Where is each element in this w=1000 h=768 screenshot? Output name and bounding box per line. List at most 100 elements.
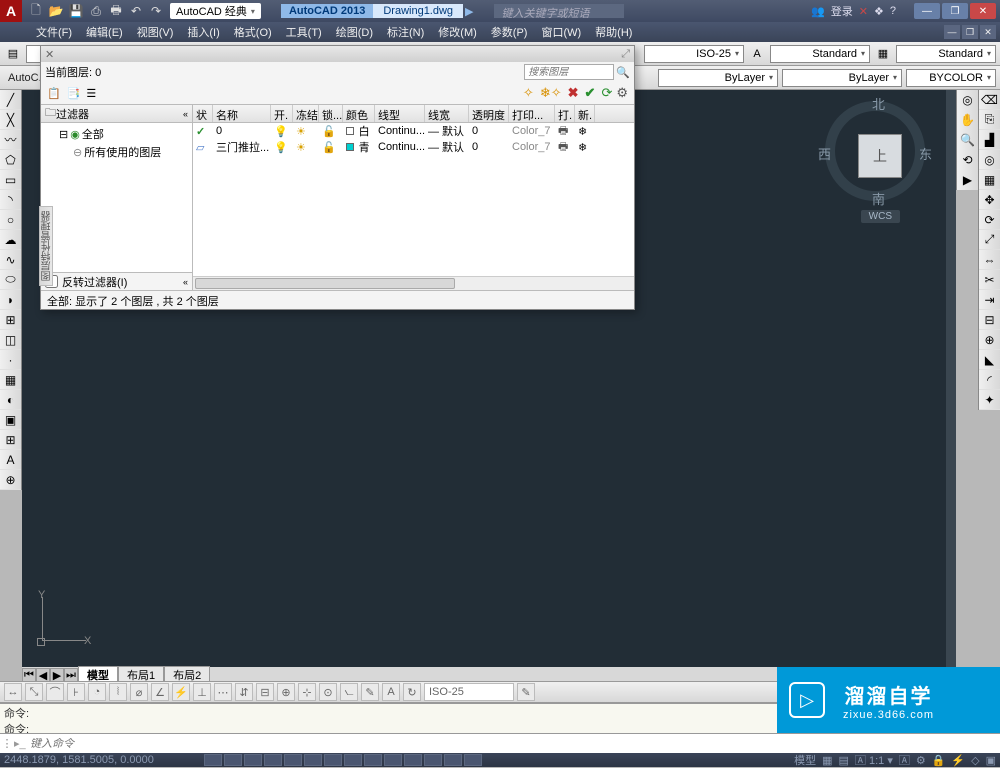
undo-icon[interactable]: ↶ [128, 3, 144, 19]
plotstyle-dropdown[interactable]: BYCOLOR [906, 69, 996, 87]
showmotion-icon[interactable]: ▶ [957, 170, 978, 190]
pstyle-cell[interactable]: Color_7 [509, 141, 555, 153]
dialog-titlebar[interactable]: ✕ ⤢ [41, 46, 634, 62]
annotation-scale[interactable]: 🄰 1:1 ▾ [855, 752, 893, 768]
new-layer-icon[interactable]: ✧ [523, 85, 534, 101]
dim-continue-icon[interactable]: ⋯ [214, 683, 232, 701]
line-icon[interactable]: ╱ [0, 90, 21, 110]
doc-restore-button[interactable]: ❐ [962, 25, 978, 39]
array-icon[interactable]: ▦ [979, 170, 1000, 190]
new-property-filter-icon[interactable]: 📋 [47, 87, 61, 100]
command-handle-icon[interactable]: ⋮ [0, 737, 14, 750]
newvp-icon[interactable]: ❄ [575, 141, 595, 154]
copy-icon[interactable]: ⎘ [979, 110, 1000, 130]
text-style-dropdown[interactable]: Standard [770, 45, 870, 63]
revision-cloud-icon[interactable]: ☁ [0, 230, 21, 250]
tree-all-node[interactable]: ⊟◉全部 [45, 125, 188, 143]
layer-row[interactable]: ▱ 三门推拉... 💡 ☀ 🔓 青 Continu... — 默认 0 Colo… [193, 139, 634, 155]
make-block-icon[interactable]: ◫ [0, 330, 21, 350]
ltype-cell[interactable]: Continu... [375, 141, 425, 153]
dim-angular-icon[interactable]: ∠ [151, 683, 169, 701]
circle-icon[interactable]: ○ [0, 210, 21, 230]
trans-cell[interactable]: 0 [469, 141, 509, 153]
menu-window[interactable]: 窗口(W) [535, 22, 587, 42]
signin-label[interactable]: 登录 [831, 3, 853, 19]
dim-style-control-icon[interactable]: ✎ [517, 683, 535, 701]
table-icon[interactable]: ⊞ [0, 430, 21, 450]
otrack-toggle[interactable] [324, 754, 342, 766]
layer-columns[interactable]: 状 名称 开. 冻结 锁... 颜色 线型 线宽 透明度 打印... 打. 新. [193, 105, 634, 123]
color-cell[interactable]: 青 [343, 139, 375, 155]
ortho-toggle[interactable] [244, 754, 262, 766]
menu-file[interactable]: 文件(F) [30, 22, 78, 42]
layer-icon[interactable]: ▤ [4, 45, 22, 63]
sc-toggle[interactable] [444, 754, 462, 766]
gradient-icon[interactable]: ◐ [0, 390, 21, 410]
collapse-filter-icon[interactable]: « [183, 109, 188, 119]
menu-insert[interactable]: 插入(I) [181, 22, 225, 42]
polygon-icon[interactable]: ⬠ [0, 150, 21, 170]
dim-ordinate-icon[interactable]: ⊦ [67, 683, 85, 701]
steering-wheel-icon[interactable]: ◎ [957, 90, 978, 110]
viewcube-east[interactable]: 东 [919, 144, 932, 163]
center-mark-icon[interactable]: ⊹ [298, 683, 316, 701]
on-icon[interactable]: 💡 [271, 141, 293, 154]
signin-icon[interactable]: 👥 [811, 5, 825, 18]
rotate-icon[interactable]: ⟳ [979, 210, 1000, 230]
menu-view[interactable]: 视图(V) [131, 22, 180, 42]
menu-edit[interactable]: 编辑(E) [80, 22, 129, 42]
insert-block-icon[interactable]: ⊞ [0, 310, 21, 330]
settings-icon[interactable]: ⚙ [616, 85, 628, 101]
offset-icon[interactable]: ◎ [979, 150, 1000, 170]
close-button[interactable]: ✕ [970, 3, 996, 19]
on-icon[interactable]: 💡 [271, 125, 293, 138]
freeze-icon[interactable]: ☀ [293, 141, 319, 154]
pstyle-cell[interactable]: Color_7 [509, 125, 555, 137]
command-search-icon[interactable]: ▸_ [14, 737, 30, 750]
dim-arc-icon[interactable]: ⌒ [46, 683, 64, 701]
maximize-button[interactable]: ❐ [942, 3, 968, 19]
viewcube-north[interactable]: 北 [872, 94, 885, 113]
layer-name[interactable]: 三门推拉... [213, 139, 271, 155]
dim-break-icon[interactable]: ⊟ [256, 683, 274, 701]
dim-aligned-icon[interactable]: ⤡ [25, 683, 43, 701]
menu-help[interactable]: 帮助(H) [589, 22, 638, 42]
erase-icon[interactable]: ⌫ [979, 90, 1000, 110]
refresh-icon[interactable]: ⟳ [601, 85, 612, 101]
viewcube-top[interactable]: 上 [858, 134, 902, 178]
construction-line-icon[interactable]: ╳ [0, 110, 21, 130]
lweight-cell[interactable]: — 默认 [425, 139, 469, 155]
app-logo[interactable]: A [0, 0, 22, 22]
menu-format[interactable]: 格式(O) [228, 22, 278, 42]
rectangle-icon[interactable]: ▭ [0, 170, 21, 190]
help-search[interactable]: 键入关键字或短语 [494, 4, 624, 18]
lwt-toggle[interactable] [384, 754, 402, 766]
menu-draw[interactable]: 绘图(D) [330, 22, 379, 42]
isolate-objects-icon[interactable]: ◇ [971, 754, 979, 767]
grid-toggle[interactable] [224, 754, 242, 766]
chamfer-icon[interactable]: ◣ [979, 350, 1000, 370]
viewcube-south[interactable]: 南 [872, 189, 885, 208]
save-icon[interactable]: 💾 [68, 3, 84, 19]
zoom-extents-icon[interactable]: 🔍 [957, 130, 978, 150]
extend-icon[interactable]: ⇥ [979, 290, 1000, 310]
vertical-scrollbar[interactable] [946, 90, 956, 667]
mirror-icon[interactable]: ▟ [979, 130, 1000, 150]
saveas-icon[interactable]: ⎙ [88, 3, 104, 19]
layer-hscrollbar[interactable] [193, 276, 634, 290]
dyn-toggle[interactable] [364, 754, 382, 766]
menu-tools[interactable]: 工具(T) [280, 22, 328, 42]
snap-toggle[interactable] [204, 754, 222, 766]
point-icon[interactable]: · [0, 350, 21, 370]
dim-update-icon[interactable]: ↻ [403, 683, 421, 701]
cloud-icon[interactable]: ❖ [874, 5, 884, 18]
clean-screen-icon[interactable]: ▣ [986, 754, 996, 767]
break-icon[interactable]: ⊟ [979, 310, 1000, 330]
freeze-icon[interactable]: ☀ [293, 125, 319, 138]
hardware-accel-icon[interactable]: ⚡ [951, 754, 965, 767]
region-icon[interactable]: ▣ [0, 410, 21, 430]
trim-icon[interactable]: ✂ [979, 270, 1000, 290]
new-icon[interactable]: 🗋 [28, 3, 44, 19]
orbit-icon[interactable]: ⟲ [957, 150, 978, 170]
status-grid-icon[interactable]: ▦ [822, 754, 832, 767]
